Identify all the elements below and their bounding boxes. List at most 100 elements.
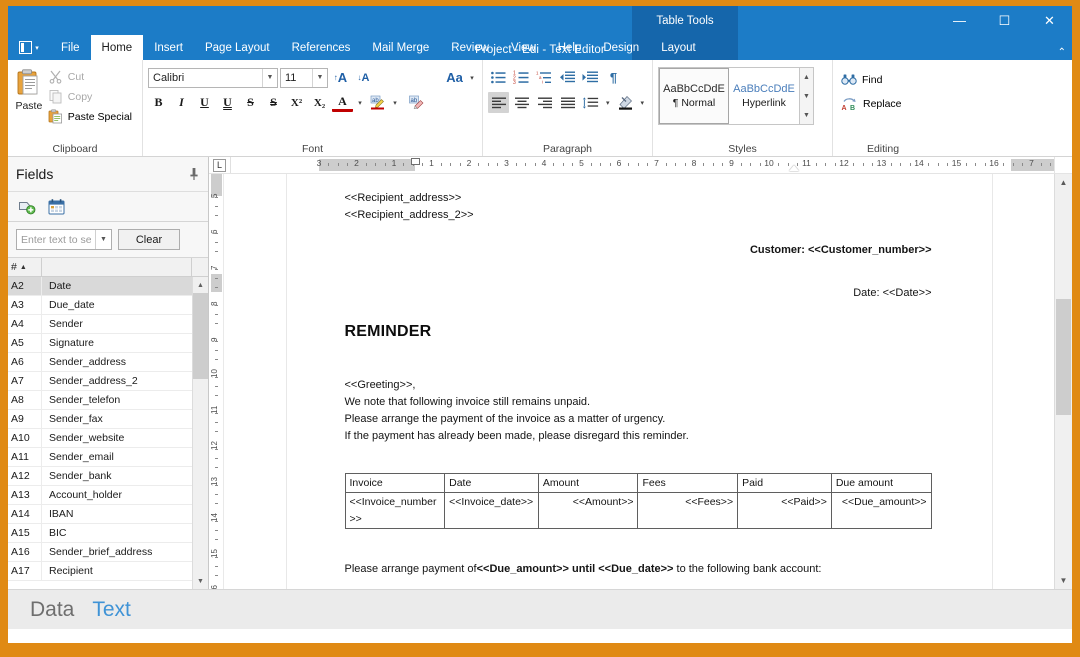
scroll-down-icon[interactable]: ▼	[1055, 572, 1072, 589]
numbering-button[interactable]: 1 2 3	[511, 67, 532, 88]
search-input[interactable]	[17, 233, 95, 246]
grow-font-button[interactable]: ↑ A	[330, 67, 351, 88]
document-scroll-track[interactable]	[1055, 191, 1072, 572]
field-row-a12[interactable]: A12 Sender_bank	[8, 467, 192, 486]
document-content[interactable]: <<Recipient_address>> <<Recipient_addres…	[287, 174, 992, 578]
fields-scroll-thumb[interactable]	[193, 293, 208, 379]
scroll-down-icon[interactable]: ▼	[193, 573, 208, 589]
cut-button[interactable]: Cut	[45, 67, 137, 86]
field-row-a8[interactable]: A8 Sender_telefon	[8, 391, 192, 410]
bottom-tab-data[interactable]: Data	[30, 598, 74, 622]
field-row-a10[interactable]: A10 Sender_website	[8, 429, 192, 448]
font-size-combo[interactable]: 11 ▼	[280, 67, 328, 88]
highlight-color-button[interactable]: ab	[367, 92, 388, 113]
tab-file[interactable]: File	[50, 35, 91, 60]
italic-button[interactable]: I	[171, 92, 192, 113]
document-scroll-area[interactable]: <<Recipient_address>> <<Recipient_addres…	[224, 174, 1054, 589]
field-row-a9[interactable]: A9 Sender_fax	[8, 410, 192, 429]
horizontal-ruler[interactable]: 32112345678910111213141516718	[231, 157, 1054, 173]
shading-caret[interactable]: ▾	[638, 99, 647, 107]
document-page[interactable]: <<Recipient_address>> <<Recipient_addres…	[285, 174, 993, 589]
field-row-a11[interactable]: A11 Sender_email	[8, 448, 192, 467]
bottom-tab-text[interactable]: Text	[92, 598, 131, 622]
field-row-a5[interactable]: A5 Signature	[8, 334, 192, 353]
tab-home[interactable]: Home	[90, 35, 144, 60]
maximize-button[interactable]: ☐	[982, 6, 1027, 35]
add-field-icon[interactable]	[16, 196, 38, 218]
document-scrollbar[interactable]: ▲ ▼	[1054, 174, 1072, 589]
collapse-ribbon-button[interactable]: ⌃	[1058, 47, 1066, 58]
increase-indent-button[interactable]	[580, 67, 601, 88]
scroll-up-icon[interactable]: ▲	[193, 277, 208, 293]
column-header-number[interactable]: # ▲	[8, 258, 42, 276]
change-case-button[interactable]: Aa	[444, 67, 465, 88]
underline-button[interactable]: U	[194, 92, 215, 113]
justify-button[interactable]	[557, 92, 578, 113]
document-scroll-thumb[interactable]	[1056, 299, 1071, 415]
table-row[interactable]: <<Invoice_number>> <<Invoice_date>> <<Am…	[344, 492, 932, 529]
font-name-combo[interactable]: Calibri ▼	[148, 67, 278, 88]
clear-formatting-button[interactable]: ab	[406, 92, 427, 113]
td-paid[interactable]: <<Paid>>	[737, 492, 832, 529]
tab-help[interactable]: Help	[547, 35, 593, 60]
font-color-button[interactable]: A	[332, 93, 353, 112]
td-fees[interactable]: <<Fees>>	[637, 492, 739, 529]
td-due-amount[interactable]: <<Due_amount>>	[830, 492, 932, 529]
highlight-color-caret[interactable]: ▾	[390, 99, 400, 107]
fields-grid-scrollbar[interactable]: ▲ ▼	[192, 277, 208, 589]
tab-page-layout[interactable]: Page Layout	[194, 35, 281, 60]
ribbon-display-options-button[interactable]: ▾	[8, 35, 50, 60]
tab-view[interactable]: View	[500, 35, 547, 60]
minimize-button[interactable]: —	[937, 6, 982, 35]
line-spacing-caret[interactable]: ▾	[603, 99, 612, 107]
chevron-down-icon[interactable]: ▼	[262, 68, 277, 87]
style-scroll-up-icon[interactable]: ▲	[800, 68, 813, 86]
field-row-a16[interactable]: A16 Sender_brief_address	[8, 543, 192, 562]
style-scroll-down-icon[interactable]: ▼	[800, 87, 813, 105]
tab-design[interactable]: Design	[592, 35, 650, 60]
field-row-a13[interactable]: A13 Account_holder	[8, 486, 192, 505]
style-item-hyperlink[interactable]: AaBbCcDdE Hyperlink	[729, 68, 799, 124]
pin-icon[interactable]	[188, 167, 200, 181]
invoice-table[interactable]: Invoice Date Amount Fees Paid Due amount	[344, 473, 932, 529]
fields-scroll-track[interactable]	[193, 293, 208, 573]
change-case-caret[interactable]: ▾	[467, 74, 477, 82]
style-gallery-scrollbar[interactable]: ▲ ▼ ▼	[799, 68, 813, 124]
td-invoice-number[interactable]: <<Invoice_number>>	[344, 492, 446, 529]
scroll-up-icon[interactable]: ▲	[1055, 174, 1072, 191]
chevron-down-icon[interactable]: ▼	[95, 230, 111, 249]
field-row-a14[interactable]: A14 IBAN	[8, 505, 192, 524]
tab-review[interactable]: Review	[440, 35, 500, 60]
chevron-down-icon[interactable]: ▼	[312, 68, 327, 87]
bold-button[interactable]: B	[148, 92, 169, 113]
column-header-name[interactable]	[42, 258, 192, 276]
field-row-a6[interactable]: A6 Sender_address	[8, 353, 192, 372]
vertical-ruler[interactable]: 5678910111213141516	[209, 174, 224, 589]
style-item-normal[interactable]: AaBbCcDdE ¶ Normal	[659, 68, 729, 124]
search-combo[interactable]: ▼	[16, 229, 112, 250]
superscript-button[interactable]: X²	[286, 92, 307, 113]
field-row-a4[interactable]: A4 Sender	[8, 315, 192, 334]
font-color-caret[interactable]: ▾	[355, 99, 365, 107]
show-formatting-marks-button[interactable]: ¶	[603, 67, 624, 88]
field-row-a2[interactable]: A2 Date	[8, 277, 192, 296]
paste-special-button[interactable]: Paste Special	[45, 107, 137, 126]
insert-date-field-icon[interactable]	[45, 196, 67, 218]
bullets-button[interactable]	[488, 67, 509, 88]
double-underline-button[interactable]: U	[217, 92, 238, 113]
copy-button[interactable]: Copy	[45, 87, 137, 106]
align-left-button[interactable]	[488, 92, 509, 113]
tab-insert[interactable]: Insert	[143, 35, 194, 60]
decrease-indent-button[interactable]	[557, 67, 578, 88]
first-line-indent-marker[interactable]	[411, 158, 420, 165]
multilevel-list-button[interactable]: 1 a i	[534, 67, 555, 88]
td-invoice-date[interactable]: <<Invoice_date>>	[444, 492, 539, 529]
line-spacing-button[interactable]	[580, 92, 601, 113]
double-strikethrough-button[interactable]: S	[263, 92, 284, 113]
field-row-a17[interactable]: A17 Recipient	[8, 562, 192, 581]
strikethrough-button[interactable]: S	[240, 92, 261, 113]
shrink-font-button[interactable]: ↓ A	[353, 67, 374, 88]
field-row-a7[interactable]: A7 Sender_address_2	[8, 372, 192, 391]
left-indent-marker[interactable]	[789, 165, 799, 171]
paste-button[interactable]: Paste	[13, 65, 45, 115]
